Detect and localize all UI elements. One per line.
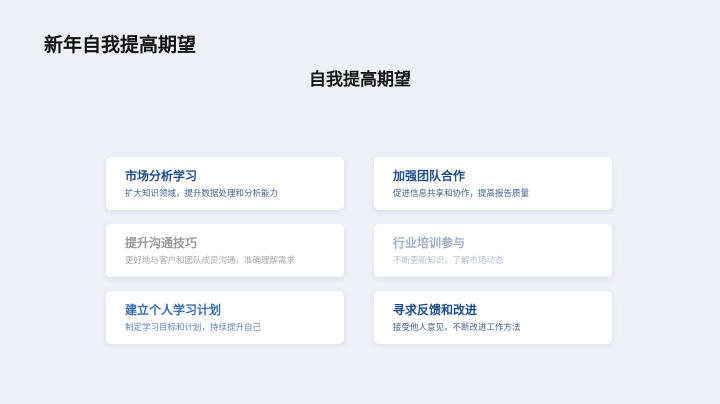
goal-card-description: 制定学习目标和计划，持续提升自己 — [125, 323, 262, 333]
goal-card-market-analysis: 市场分析学习 扩大知识领域，提升数据处理和分析能力 — [106, 157, 344, 210]
goal-card-title: 建立个人学习计划 — [125, 303, 222, 317]
slide-subtitle: 自我提高期望 — [309, 70, 411, 90]
goal-card-description: 更好地与客户和团队成员沟通，准确理解需求 — [125, 256, 296, 266]
goal-card-description: 不断更新知识，了解市场动态 — [393, 256, 504, 266]
goal-card-communication: 提升沟通技巧 更好地与客户和团队成员沟通，准确理解需求 — [106, 224, 344, 277]
goal-card-description: 接受他人意见，不断改进工作方法 — [393, 323, 521, 333]
goal-card-title: 行业培训参与 — [393, 236, 466, 250]
goal-card-title: 市场分析学习 — [125, 169, 198, 183]
goal-card-title: 提升沟通技巧 — [125, 236, 198, 250]
goal-card-industry-training: 行业培训参与 不断更新知识，了解市场动态 — [374, 224, 612, 277]
goal-card-teamwork: 加强团队合作 促进信息共享和协作，提高报告质量 — [374, 157, 612, 210]
goal-card-description: 促进信息共享和协作，提高报告质量 — [393, 189, 530, 199]
goal-card-title: 寻求反馈和改进 — [393, 303, 478, 317]
goals-grid: 市场分析学习 扩大知识领域，提升数据处理和分析能力 加强团队合作 促进信息共享和… — [106, 157, 612, 344]
goal-card-feedback: 寻求反馈和改进 接受他人意见，不断改进工作方法 — [374, 291, 612, 344]
slide-title: 新年自我提高期望 — [44, 34, 197, 56]
goal-card-learning-plan: 建立个人学习计划 制定学习目标和计划，持续提升自己 — [106, 291, 344, 344]
goal-card-title: 加强团队合作 — [393, 169, 466, 183]
goal-card-description: 扩大知识领域，提升数据处理和分析能力 — [125, 189, 279, 199]
